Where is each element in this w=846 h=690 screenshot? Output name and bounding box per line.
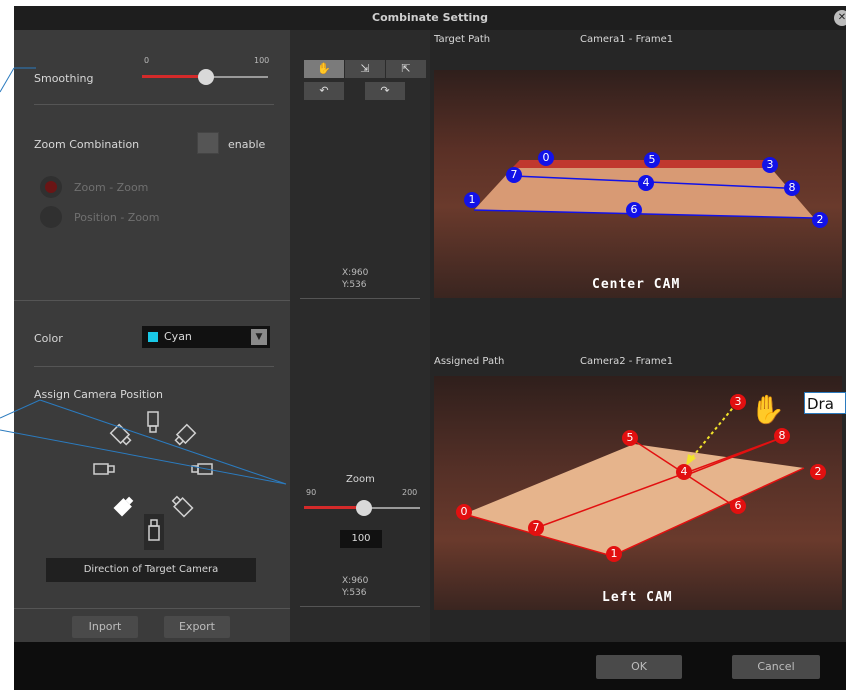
drag-callout: Dra — [804, 392, 846, 414]
callout-lines — [0, 67, 287, 485]
drag-callout-text: Dra — [807, 395, 834, 413]
